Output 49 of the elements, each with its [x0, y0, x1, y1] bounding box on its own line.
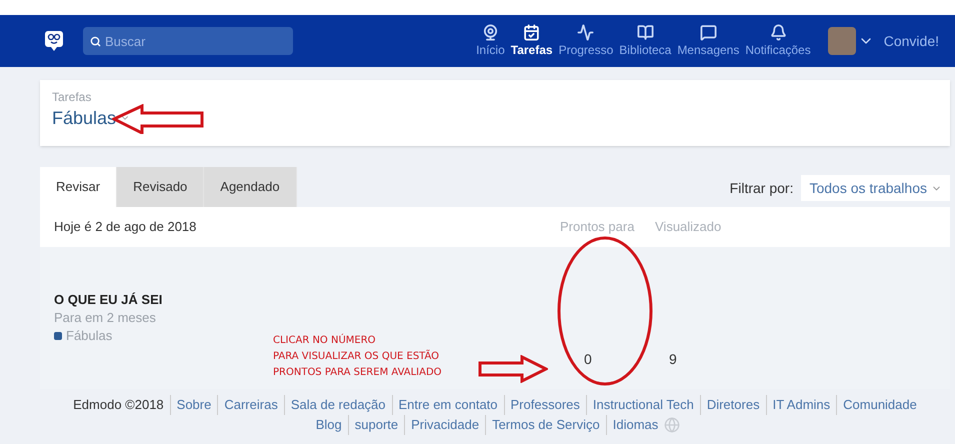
footer-link[interactable]: Diretores: [700, 395, 766, 415]
arrow-annotation: [478, 355, 548, 383]
count-link[interactable]: 9: [669, 349, 754, 389]
title-dropdown[interactable]: Fábulas: [52, 104, 130, 132]
nav-tab[interactable]: Notificações: [742, 24, 814, 58]
webcam-icon: [482, 24, 499, 41]
due-text: Para em 2 meses: [54, 309, 157, 326]
search-field[interactable]: Buscar: [83, 27, 293, 55]
search-icon: [90, 36, 101, 47]
speech-bubble-icon: [700, 24, 717, 41]
filter-label: Filtrar por:: [730, 178, 794, 198]
tab[interactable]: Agendado: [204, 167, 297, 207]
date-text: Hoje é 2 de ago de 2018: [54, 218, 198, 236]
footer-link[interactable]: Comunidade: [836, 395, 923, 415]
nav-tab[interactable]: Progresso: [556, 24, 616, 58]
nav-tab[interactable]: Tarefas: [508, 24, 556, 58]
calendar-check-icon: [523, 24, 540, 41]
footer-link[interactable]: Sala de redação: [284, 395, 392, 415]
footer-link[interactable]: Blog: [310, 415, 348, 435]
column-header: Prontos para: [560, 218, 636, 236]
footer-link[interactable]: Professores: [504, 395, 586, 415]
tab[interactable]: Revisar: [40, 167, 118, 207]
assignment-title[interactable]: O QUE EU JÁ SEI: [54, 291, 584, 309]
column-header: Visualizado: [655, 218, 722, 236]
copyright-text: Edmodo ©2018: [72, 396, 165, 414]
footer-link[interactable]: Termos de Serviço: [485, 415, 606, 435]
footer-link[interactable]: Instructional Tech: [586, 395, 700, 415]
tag-text: Fábulas: [66, 327, 112, 345]
owl-logo-icon[interactable]: [45, 30, 63, 52]
breadcrumb: Tarefas: [52, 90, 92, 104]
nav-tab[interactable]: Início: [473, 24, 508, 58]
footer-link[interactable]: IT Admins: [766, 395, 836, 415]
footer-link[interactable]: Privacidade: [404, 415, 486, 435]
pulse-icon: [577, 24, 594, 41]
bell-icon: [770, 24, 787, 41]
filter-dropdown[interactable]: Todos os trabalhos: [801, 175, 950, 201]
footer-link[interactable]: Sobre: [170, 395, 218, 415]
footer-link[interactable]: Idiomas: [606, 415, 664, 435]
count-link[interactable]: 0: [584, 349, 669, 389]
globe-icon: [664, 417, 680, 433]
annotation-note: CLICAR NO NÚMERO PARA VISUALIZAR OS QUE ESTÃO PRONTOS PARA SEREM AVALIADO: [273, 333, 442, 380]
footer-link[interactable]: Carreiras: [217, 395, 284, 415]
invite-link[interactable]: Convide!: [884, 30, 939, 52]
book-icon: [636, 24, 654, 41]
nav-tab[interactable]: Mensagens: [674, 24, 742, 58]
nav-tab[interactable]: Biblioteca: [616, 24, 674, 58]
tab[interactable]: Revisado: [117, 167, 204, 207]
footer-link[interactable]: suporte: [348, 415, 404, 435]
footer-link[interactable]: Entre em contato: [392, 395, 504, 415]
